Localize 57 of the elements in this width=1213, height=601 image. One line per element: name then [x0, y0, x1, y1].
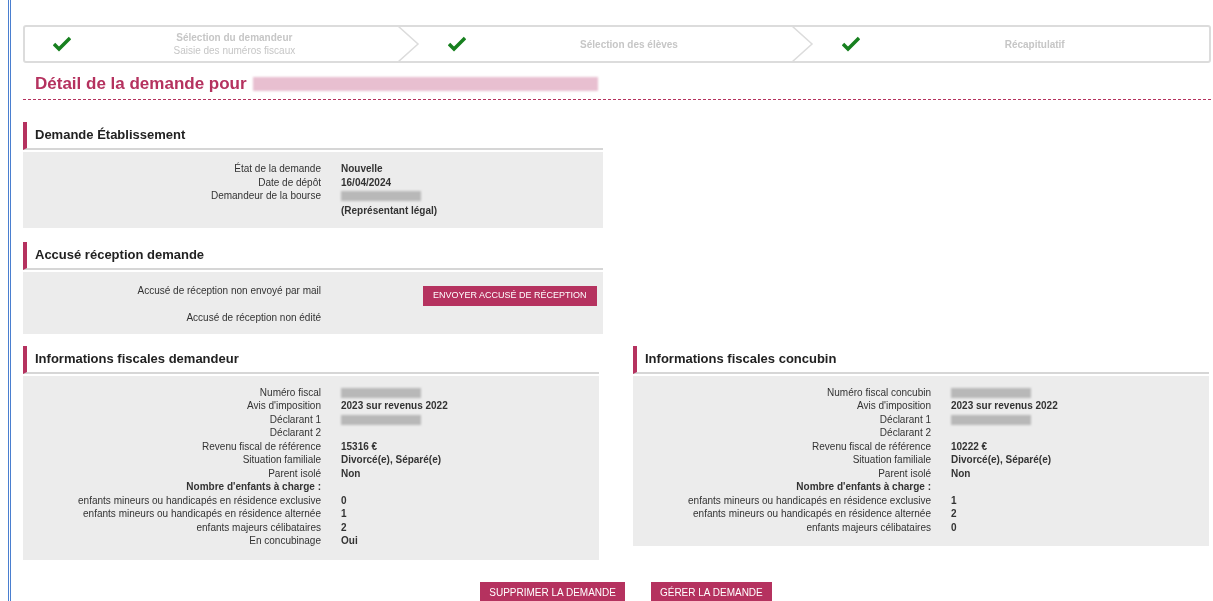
field-value: Nouvelle [341, 163, 383, 174]
field-value: 0 [341, 494, 347, 506]
field-label: Nombre d'enfants à charge : [796, 481, 931, 492]
step-title: Sélection du demandeur [176, 31, 293, 44]
field-value: Non [951, 467, 971, 479]
field-label: enfants majeurs célibataires [196, 521, 321, 533]
field-value: 2 [341, 521, 347, 533]
step-title: Récapitulatif [1004, 37, 1065, 51]
field-label: Déclarant 1 [879, 413, 931, 425]
field-label: Nombre d'enfants à charge : [186, 481, 321, 492]
section-title: Accusé réception demande [35, 245, 205, 264]
section-title: Demande Établissement [35, 126, 186, 145]
field-label: Avis d'imposition [857, 400, 931, 411]
field-label: Revenu fiscal de référence [202, 440, 321, 452]
field-label: enfants mineurs ou handicapés en résidence exclusive [688, 494, 931, 506]
field-label: État de la demande [234, 163, 321, 174]
field-value: 10222 € [951, 440, 988, 452]
field-value: (Représentant légal) [341, 204, 439, 218]
field-label: Date de dépôt [258, 176, 321, 188]
field-label: En concubinage [249, 535, 321, 546]
field-label: Avis d'imposition [247, 400, 321, 411]
field-value: 2023 sur revenus 2022 [341, 400, 448, 411]
field-label: Situation familiale [852, 454, 931, 465]
delete-request-button[interactable]: SUPPRIMER LA DEMANDE [480, 581, 625, 601]
field-label: Déclarant 2 [879, 427, 931, 438]
field-value: 0 [951, 521, 957, 533]
field-value: 2 [951, 508, 957, 519]
field-label: Demandeur de la bourse [210, 190, 321, 201]
field-label: Numéro fiscal [259, 386, 321, 398]
field-value: 1 [951, 494, 957, 506]
field-label: Situation familiale [242, 454, 321, 465]
step-title: Sélection des élèves [580, 37, 678, 51]
field-label: Parent isolé [878, 467, 931, 479]
field-value: Divorcé(e), Séparé(e) [951, 454, 1052, 465]
field-value: Non [341, 467, 361, 479]
status-text: Accusé de réception non édité [186, 311, 321, 323]
field-value: 16/04/2024 [341, 176, 392, 188]
field-value: Oui [341, 535, 358, 546]
status-text: Accusé de réception non envoyé par mail [137, 284, 321, 296]
field-label: Déclarant 2 [269, 427, 321, 438]
manage-request-button[interactable]: GÉRER LA DEMANDE [650, 581, 772, 601]
field-label: enfants mineurs ou handicapés en résidence alternée [693, 508, 931, 519]
section-title: Informations fiscales concubin [645, 349, 837, 368]
field-label: Numéro fiscal concubin [827, 386, 931, 398]
field-label: Parent isolé [268, 467, 321, 479]
section-title: Informations fiscales demandeur [35, 349, 239, 368]
field-label: enfants majeurs célibataires [806, 521, 931, 533]
field-value: 1 [341, 508, 347, 519]
field-value: 2023 sur revenus 2022 [951, 400, 1058, 411]
page-title: Détail de la demande pour [35, 73, 247, 96]
field-label: Revenu fiscal de référence [812, 440, 931, 452]
field-label: enfants mineurs ou handicapés en résidence alternée [83, 508, 321, 519]
field-value: 15316 € [341, 440, 378, 452]
send-receipt-button[interactable]: ENVOYER ACCUSÉ DE RÉCEPTION [423, 285, 597, 306]
field-label: enfants mineurs ou handicapés en résidence exclusive [78, 494, 321, 506]
field-value: Divorcé(e), Séparé(e) [341, 454, 442, 465]
field-label: Déclarant 1 [269, 413, 321, 425]
